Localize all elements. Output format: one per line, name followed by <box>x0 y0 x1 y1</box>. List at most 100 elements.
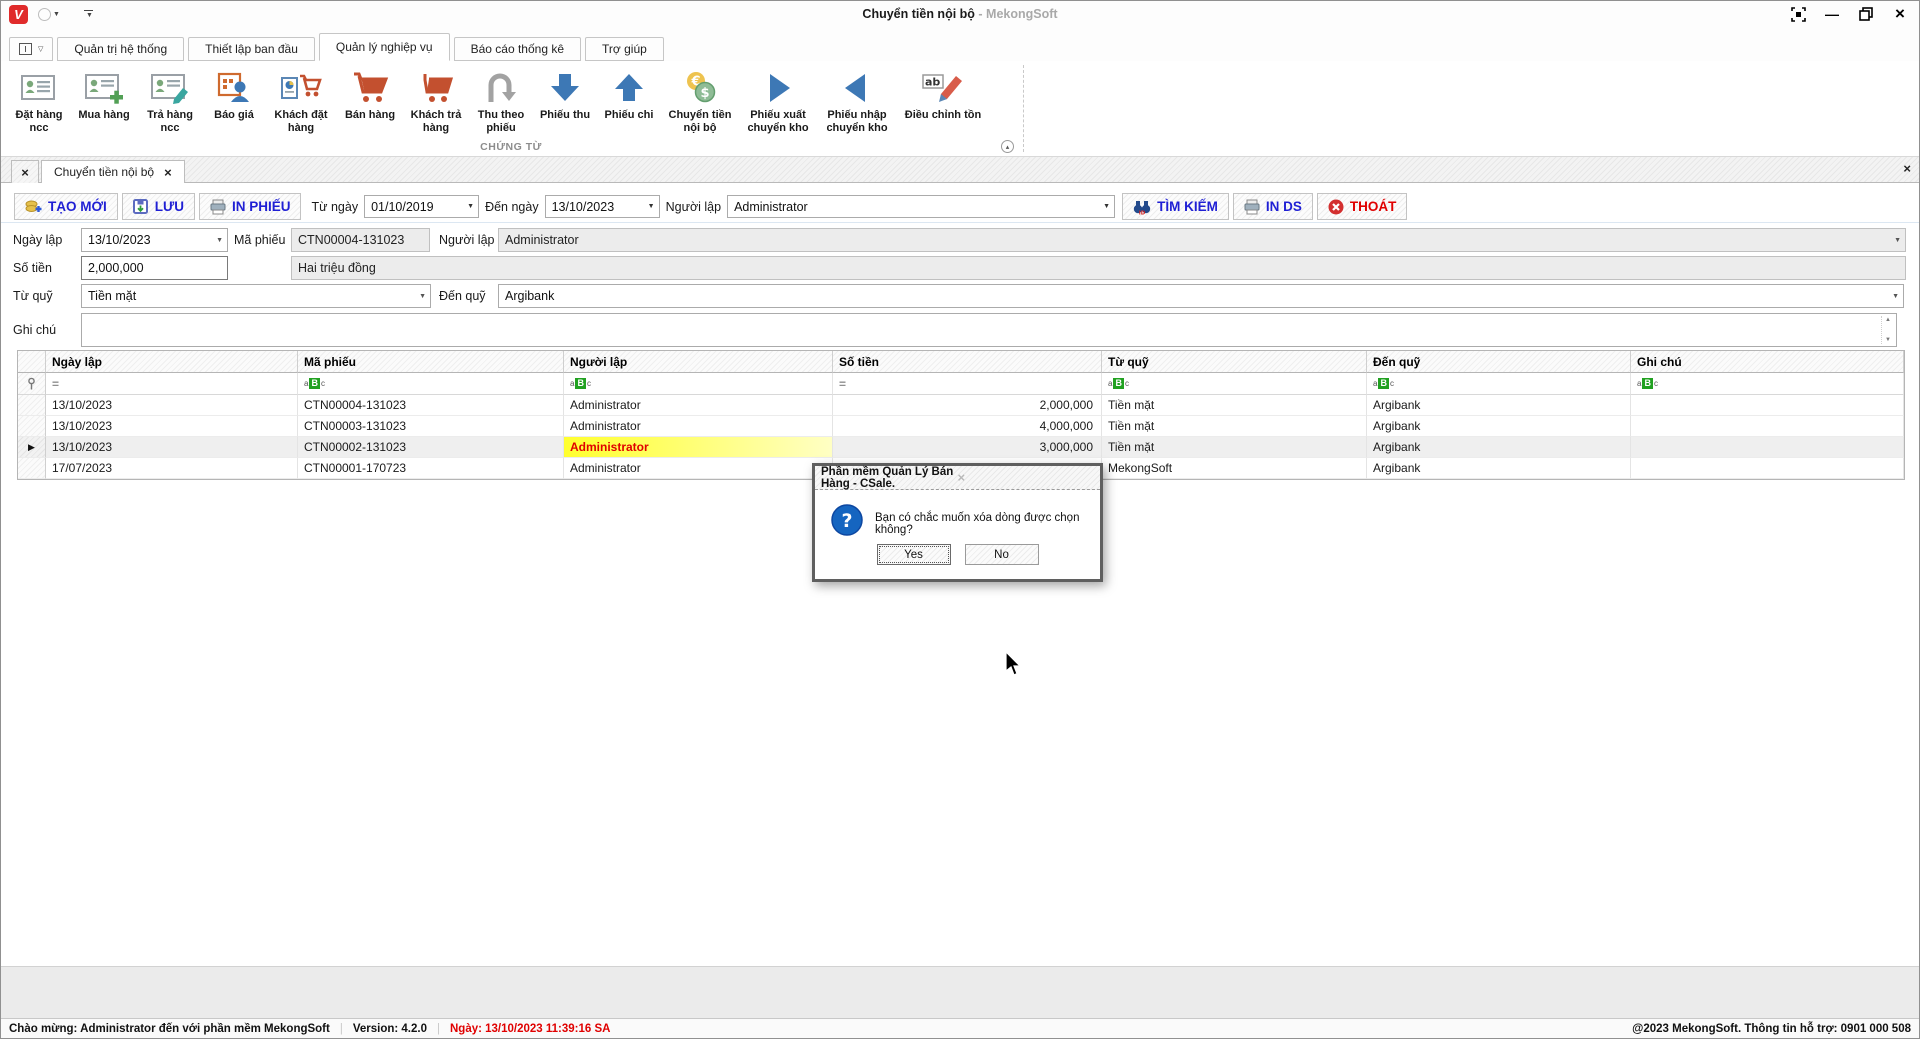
filter-to[interactable]: aBc <box>1367 373 1631 395</box>
print-voucher-button[interactable]: IN PHIẾU <box>199 193 302 220</box>
close-all-tabs-button[interactable]: × <box>11 160 39 183</box>
ribbon-item-phieu-thu[interactable]: Phiếu thu <box>533 67 597 137</box>
col-header-from[interactable]: Từ quỹ <box>1102 351 1367 373</box>
menu-tab-operations[interactable]: Quản lý nghiệp vụ <box>319 33 450 61</box>
ribbon-item-tra-hang-ncc[interactable]: Trả hàng ncc <box>137 67 203 137</box>
ribbon-item-dat-hang-ncc[interactable]: Đặt hàng ncc <box>7 67 71 137</box>
dialog-close-icon[interactable]: × <box>958 470 1095 485</box>
note-textarea[interactable]: ▲▼ <box>81 313 1897 347</box>
cell-note[interactable] <box>1631 458 1904 479</box>
tab-strip-close-button[interactable]: × <box>1903 161 1911 176</box>
cell-amount[interactable]: 4,000,000 <box>833 416 1102 437</box>
ribbon-item-dieu-chinh-ton[interactable]: ab Điều chỉnh tồn <box>897 67 989 137</box>
filter-code[interactable]: aBc <box>298 373 564 395</box>
cell-from[interactable]: MekongSoft <box>1102 458 1367 479</box>
menu-tab-setup[interactable]: Thiết lập ban đầu <box>188 37 315 61</box>
ribbon-item-phieu-nhap-chuyen-kho[interactable]: Phiếu nhập chuyển kho <box>817 67 897 137</box>
cell-date[interactable]: 13/10/2023 <box>46 416 298 437</box>
filter-note[interactable]: aBc <box>1631 373 1904 395</box>
col-header-creator[interactable]: Người lập <box>564 351 833 373</box>
menu-tab-reports[interactable]: Báo cáo thống kê <box>454 37 581 61</box>
cell-amount[interactable]: 3,000,000 <box>833 437 1102 458</box>
ribbon-item-phieu-xuat-chuyen-kho[interactable]: Phiếu xuất chuyển kho <box>739 67 817 137</box>
ribbon-item-khach-tra-hang[interactable]: Khách trả hàng <box>403 67 469 137</box>
document-tab-active[interactable]: Chuyển tiền nội bộ × <box>41 160 185 183</box>
filter-date[interactable]: = <box>46 373 298 395</box>
chevron-up-icon: ▲ <box>1885 317 1891 323</box>
cell-date[interactable]: 17/07/2023 <box>46 458 298 479</box>
restore-button[interactable] <box>1857 5 1875 23</box>
cell-note[interactable] <box>1631 395 1904 416</box>
creator-filter-combo[interactable]: Administrator▼ <box>727 195 1115 218</box>
filter-from[interactable]: aBc <box>1102 373 1367 395</box>
cell-to[interactable]: Argibank <box>1367 395 1631 416</box>
note-scroll-spinner[interactable]: ▲▼ <box>1881 316 1894 344</box>
cell-note[interactable] <box>1631 416 1904 437</box>
ribbon-item-thu-theo-phieu[interactable]: Thu theo phiếu <box>469 67 533 137</box>
col-header-amount[interactable]: Số tiền <box>833 351 1102 373</box>
dialog-title-bar[interactable]: Phần mềm Quản Lý Bán Hàng - CSale. × <box>815 466 1100 490</box>
cell-code[interactable]: CTN00003-131023 <box>298 416 564 437</box>
no-button[interactable]: No <box>965 544 1039 565</box>
from-fund-combo[interactable]: Tiền mặt▼ <box>81 284 431 308</box>
print-list-button[interactable]: IN DS <box>1233 193 1313 220</box>
cell-to[interactable]: Argibank <box>1367 437 1631 458</box>
cell-from[interactable]: Tiền mặt <box>1102 416 1367 437</box>
cell-creator[interactable]: Administrator <box>564 458 833 479</box>
col-header-note[interactable]: Ghi chú <box>1631 351 1904 373</box>
filter-amount[interactable]: = <box>833 373 1102 395</box>
ribbon-item-chuyen-tien-noi-bo[interactable]: €$ Chuyển tiền nội bộ <box>661 67 739 137</box>
cell-from[interactable]: Tiền mặt <box>1102 395 1367 416</box>
ribbon-item-mua-hang[interactable]: Mua hàng <box>71 67 137 137</box>
yes-button[interactable]: Yes <box>877 544 951 565</box>
cell-date[interactable]: 13/10/2023 <box>46 395 298 416</box>
document-tab-bar: × Chuyển tiền nội bộ × × <box>1 157 1919 183</box>
menu-tab-help[interactable]: Trợ giúp <box>585 37 664 61</box>
ribbon-collapse-button[interactable]: ▴ <box>1001 140 1014 153</box>
menu-tab-home[interactable]: ▽ <box>9 37 53 61</box>
cell-to[interactable]: Argibank <box>1367 416 1631 437</box>
menu-tab-system[interactable]: Quản trị hệ thống <box>57 37 184 61</box>
cell-to[interactable]: Argibank <box>1367 458 1631 479</box>
ribbon-item-bao-gia[interactable]: Báo giá <box>203 67 265 137</box>
cell-amount[interactable]: 2,000,000 <box>833 395 1102 416</box>
close-tab-icon[interactable]: × <box>164 165 172 180</box>
cell-creator[interactable]: Administrator <box>564 437 833 458</box>
row-indicator-cell: ▶ <box>18 458 46 479</box>
amount-label: Số tiền <box>13 261 52 275</box>
chevron-down-icon: ▼ <box>1103 203 1110 210</box>
status-datetime: Ngày: 13/10/2023 11:39:16 SA <box>450 1023 610 1035</box>
to-fund-combo[interactable]: Argibank▼ <box>498 284 1904 308</box>
cell-code[interactable]: CTN00002-131023 <box>298 437 564 458</box>
from-date-picker[interactable]: 01/10/2019▼ <box>364 195 479 218</box>
cell-creator[interactable]: Administrator <box>564 395 833 416</box>
col-header-to[interactable]: Đến quỹ <box>1367 351 1631 373</box>
table-row[interactable]: ▶ 13/10/2023 CTN00003-131023 Administrat… <box>18 416 1904 437</box>
ribbon-item-phieu-chi[interactable]: Phiếu chi <box>597 67 661 137</box>
to-date-picker[interactable]: 13/10/2023▼ <box>545 195 660 218</box>
close-button[interactable]: × <box>1891 5 1909 23</box>
cell-date[interactable]: 13/10/2023 <box>46 437 298 458</box>
fit-screen-button[interactable] <box>1789 5 1807 23</box>
filter-creator[interactable]: aBc <box>564 373 833 395</box>
search-button[interactable]: ID TÌM KIẾM <box>1122 193 1229 220</box>
table-row[interactable]: ▶ 13/10/2023 CTN00004-131023 Administrat… <box>18 395 1904 416</box>
col-header-code[interactable]: Mã phiếu <box>298 351 564 373</box>
cell-note[interactable] <box>1631 437 1904 458</box>
save-button[interactable]: LƯU <box>122 193 195 220</box>
cell-creator[interactable]: Administrator <box>564 416 833 437</box>
table-row[interactable]: ▶ 13/10/2023 CTN00002-131023 Administrat… <box>18 437 1904 458</box>
ribbon-item-ban-hang[interactable]: Bán hàng <box>337 67 403 137</box>
date-combo[interactable]: 13/10/2023▼ <box>81 228 228 252</box>
cell-from[interactable]: Tiền mặt <box>1102 437 1367 458</box>
supplier-return-icon <box>150 69 190 107</box>
amount-input[interactable]: 2,000,000 <box>81 256 228 280</box>
create-new-button[interactable]: TẠO MỚI <box>14 193 118 220</box>
col-header-date[interactable]: Ngày lập <box>46 351 298 373</box>
cell-code[interactable]: CTN00004-131023 <box>298 395 564 416</box>
ribbon-item-khach-dat-hang[interactable]: Khách đặt hàng <box>265 67 337 137</box>
cell-code[interactable]: CTN00001-170723 <box>298 458 564 479</box>
minimize-button[interactable]: — <box>1823 5 1841 23</box>
form-row-date: Ngày lập 13/10/2023▼ Mã phiếu CTN00004-1… <box>1 228 1919 252</box>
exit-button[interactable]: THOÁT <box>1317 193 1408 220</box>
